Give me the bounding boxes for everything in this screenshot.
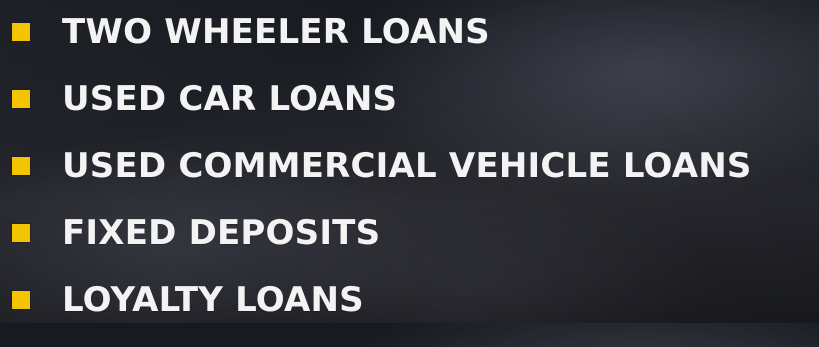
list-item-fixed-deposits: FIXED DEPOSITS <box>12 213 752 280</box>
list-item-label: FIXED DEPOSITS <box>62 213 381 253</box>
list-item-loyalty-loans: LOYALTY LOANS <box>12 280 752 347</box>
loan-list: TWO WHEELER LOANS USED CAR LOANS USED CO… <box>12 12 752 347</box>
square-bullet-icon <box>12 23 30 41</box>
list-item-label: TWO WHEELER LOANS <box>62 12 490 52</box>
square-bullet-icon <box>12 291 30 309</box>
list-item-label: LOYALTY LOANS <box>62 280 364 320</box>
list-item-label: USED CAR LOANS <box>62 79 398 119</box>
list-item-two-wheeler-loans: TWO WHEELER LOANS <box>12 12 752 79</box>
list-item-label: USED COMMERCIAL VEHICLE LOANS <box>62 146 752 186</box>
square-bullet-icon <box>12 90 30 108</box>
list-item-used-car-loans: USED CAR LOANS <box>12 79 752 146</box>
list-item-used-commercial-vehicle-loans: USED COMMERCIAL VEHICLE LOANS <box>12 146 752 213</box>
square-bullet-icon <box>12 157 30 175</box>
square-bullet-icon <box>12 224 30 242</box>
